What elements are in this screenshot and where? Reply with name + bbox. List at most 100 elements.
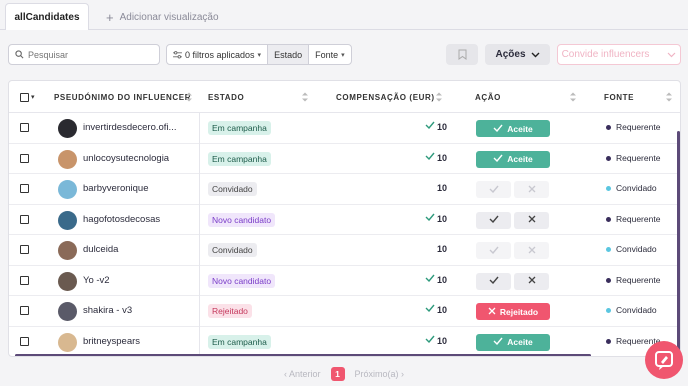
accept-button[interactable] [476, 242, 511, 259]
accept-button[interactable] [476, 211, 511, 229]
tab-all-candidates[interactable]: allCandidates [5, 3, 89, 31]
col-header-estado[interactable]: ESTADO [208, 81, 244, 113]
bookmark-icon [458, 49, 466, 60]
influencer-name[interactable]: barbyveronique [83, 183, 149, 194]
accept-reject-buttons [476, 211, 549, 229]
source-label: Requerente [616, 213, 661, 224]
chevron-down-icon [667, 52, 676, 57]
source-label: Requerente [616, 274, 661, 285]
table-row[interactable]: Yo -v2 Novo candidato 10 Requerente [9, 266, 680, 296]
compensation-value: 10 [437, 122, 448, 132]
row-checkbox[interactable] [20, 245, 29, 254]
close-icon [528, 215, 536, 225]
avatar [58, 271, 77, 291]
row-checkbox[interactable] [20, 275, 29, 285]
sort-icon[interactable] [666, 91, 672, 103]
status-badge: Novo candidato [208, 212, 276, 227]
reject-button[interactable] [514, 242, 549, 259]
table-row[interactable]: unlocoysutecnologia Em campanha 10 Aceite Re… [9, 144, 680, 174]
accepted-button[interactable]: Aceite [476, 333, 550, 351]
actions-label: Ações [495, 49, 526, 60]
accept-button[interactable] [476, 181, 511, 198]
col-header-name[interactable]: PSEUDÓNIMO DO INFLUENCER [54, 81, 191, 113]
influencer-name[interactable]: hagofotosdecosas [83, 214, 160, 225]
table-row[interactable]: barbyveronique Convidado 10 Convidado [9, 174, 680, 205]
reject-button[interactable] [514, 181, 549, 198]
table-row[interactable]: hagofotosdecosas Novo candidato 10 Requeren… [9, 205, 680, 235]
col-header-fonte[interactable]: FONTE [604, 81, 634, 113]
close-icon [528, 185, 536, 195]
check-icon [489, 215, 499, 225]
row-checkbox[interactable] [20, 214, 29, 224]
col-header-acao[interactable]: AÇÃO [475, 81, 501, 113]
check-icon [493, 124, 503, 134]
table-row[interactable]: shakira - v3 Rejeitado 10 Rejeitado Convidad… [9, 296, 680, 327]
select-all-checkbox[interactable] [20, 92, 29, 102]
invite-influencers-button[interactable]: Convide influencers [557, 44, 681, 65]
sort-icon[interactable] [302, 91, 308, 103]
vertical-scrollbar[interactable] [677, 131, 680, 356]
compensation-value: 10 [437, 305, 448, 315]
influencer-name[interactable]: Yo -v2 [83, 275, 110, 286]
prev-page-label: Anterior [288, 369, 321, 379]
influencer-name[interactable]: shakira - v3 [83, 305, 132, 316]
accept-button[interactable] [476, 272, 511, 290]
page-number-button[interactable]: 1 [330, 367, 345, 381]
check-icon [489, 246, 499, 256]
table-row[interactable]: invertirdesdecero.ofi... Em campanha 10 Ace… [9, 113, 680, 144]
row-checkbox[interactable] [20, 306, 29, 315]
rejected-button[interactable]: Rejeitado [476, 303, 550, 320]
row-checkbox[interactable] [20, 336, 29, 346]
accepted-button[interactable]: Aceite [476, 150, 550, 168]
col-header-compensacao[interactable]: COMPENSAÇÃO (EUR) [336, 81, 435, 113]
row-checkbox[interactable] [20, 123, 29, 132]
horizontal-scrollbar[interactable] [15, 354, 591, 356]
check-icon [425, 274, 435, 285]
plus-icon: + [106, 9, 114, 25]
check-icon [425, 213, 435, 224]
source-dot [606, 216, 611, 222]
table-row[interactable]: dulceida Convidado 10 Convidado [9, 235, 680, 266]
influencer-name[interactable]: britneyspears [83, 336, 140, 347]
reject-button[interactable] [514, 272, 549, 290]
check-icon [493, 154, 503, 164]
close-icon [528, 276, 536, 286]
accepted-button[interactable]: Aceite [476, 120, 550, 137]
search-box[interactable] [8, 44, 160, 65]
select-all[interactable]: ▾ [20, 81, 35, 113]
source-dot [606, 125, 611, 130]
check-icon [425, 121, 435, 132]
table-row[interactable]: britneyspears Em campanha 10 Aceite Requeren… [9, 327, 680, 357]
search-input[interactable] [28, 49, 148, 60]
prev-page-button[interactable]: ‹ Anterior [284, 369, 321, 379]
sort-icon[interactable] [186, 91, 192, 103]
filters-applied-button[interactable]: 0 filtros aplicados ▾ [167, 45, 269, 64]
help-chat-button[interactable] [645, 341, 683, 379]
actions-dropdown[interactable]: Ações [485, 44, 550, 65]
add-view-button[interactable]: + Adicionar visualização [106, 3, 219, 31]
bookmark-button[interactable] [446, 44, 478, 65]
reject-button[interactable] [514, 211, 549, 229]
influencer-name[interactable]: unlocoysutecnologia [83, 153, 169, 164]
filter-fonte-button[interactable]: Fonte ▾ [309, 45, 351, 64]
next-page-button[interactable]: Próximo(a) › [355, 369, 405, 379]
source-label: Convidado [616, 305, 657, 315]
sort-icon[interactable] [436, 91, 442, 103]
accept-reject-buttons [476, 242, 549, 259]
tab-all-candidates-label: allCandidates [14, 12, 80, 23]
chevron-down-icon[interactable]: ▾ [31, 93, 35, 101]
row-checkbox[interactable] [20, 153, 29, 163]
compensation-value: 10 [437, 213, 448, 224]
status-badge: Em campanha [208, 151, 271, 166]
avatar [58, 332, 77, 352]
status-badge: Em campanha [208, 121, 271, 135]
filter-estado-button[interactable]: Estado [268, 45, 310, 64]
filters-group: 0 filtros aplicados ▾ Estado Fonte ▾ [166, 44, 352, 65]
compensation-value: 10 [437, 244, 448, 254]
avatar [58, 302, 77, 321]
col-header-estado-label: ESTADO [208, 92, 245, 102]
influencer-name[interactable]: dulceida [83, 244, 118, 255]
row-checkbox[interactable] [20, 184, 29, 193]
influencer-name[interactable]: invertirdesdecero.ofi... [83, 122, 176, 133]
sort-icon[interactable] [570, 91, 576, 103]
